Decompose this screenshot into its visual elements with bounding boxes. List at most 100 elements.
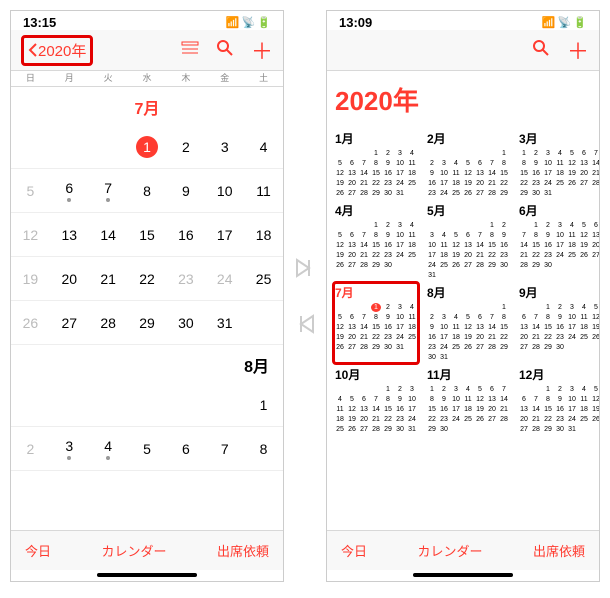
day-cell[interactable]: 21 bbox=[89, 257, 128, 301]
mini-month[interactable]: 10月1234567891011121314151617181920212223… bbox=[335, 366, 417, 434]
mini-month[interactable]: 5月12345678910111213141516171819202122232… bbox=[427, 202, 509, 280]
day-cell[interactable]: 12 bbox=[11, 213, 50, 257]
mini-month[interactable]: 7月12345678910111213141516171819202122232… bbox=[332, 281, 420, 365]
day-cell bbox=[11, 125, 50, 169]
wifi-icon: 📡 bbox=[558, 16, 572, 29]
status-bar: 13:09 📶 📡 🔋 bbox=[327, 11, 599, 30]
day-cell[interactable]: 2 bbox=[11, 427, 50, 471]
year-scroll[interactable]: 2020年 1月12345678910111213141516171819202… bbox=[327, 71, 599, 530]
add-event-icon[interactable]: ＋ bbox=[567, 34, 589, 66]
weekday-header: 日月火水木金土 bbox=[11, 71, 283, 87]
calendars-button[interactable]: カレンダー bbox=[101, 541, 166, 560]
inbox-button[interactable]: 出席依頼 bbox=[217, 541, 269, 560]
today-button[interactable]: 今日 bbox=[25, 541, 51, 560]
mini-month[interactable]: 3月12345678910111213141516171819202122232… bbox=[519, 130, 599, 198]
back-to-year-button[interactable]: 2020年 bbox=[28, 40, 86, 61]
transition-arrows bbox=[292, 255, 318, 337]
day-cell[interactable]: 4 bbox=[244, 125, 283, 169]
search-icon[interactable] bbox=[217, 40, 233, 61]
day-cell[interactable]: 9 bbox=[166, 169, 205, 213]
day-cell[interactable]: 22 bbox=[128, 257, 167, 301]
battery-icon: 🔋 bbox=[573, 16, 587, 29]
day-cell bbox=[50, 125, 89, 169]
july-grid[interactable]: 1234567891011121314151617181920212223242… bbox=[11, 125, 283, 345]
day-cell[interactable]: 1 bbox=[244, 383, 283, 427]
arrow-left-icon bbox=[292, 311, 318, 337]
day-cell[interactable]: 1 bbox=[128, 125, 167, 169]
mini-month[interactable]: 9月12345678910111213141516171819202122232… bbox=[519, 284, 599, 362]
mini-month[interactable]: 1月12345678910111213141516171819202122232… bbox=[335, 130, 417, 198]
battery-icon: 🔋 bbox=[257, 16, 271, 29]
day-cell[interactable]: 11 bbox=[244, 169, 283, 213]
month-scroll[interactable]: 7月 1234567891011121314151617181920212223… bbox=[11, 87, 283, 530]
list-view-icon[interactable] bbox=[181, 41, 199, 60]
home-indicator bbox=[413, 573, 513, 577]
day-cell[interactable]: 5 bbox=[128, 427, 167, 471]
day-cell[interactable]: 27 bbox=[50, 301, 89, 345]
day-cell[interactable]: 3 bbox=[205, 125, 244, 169]
inbox-button[interactable]: 出席依頼 bbox=[533, 541, 585, 560]
weekday: 木 bbox=[166, 71, 205, 84]
day-cell[interactable]: 8 bbox=[244, 427, 283, 471]
day-cell[interactable]: 6 bbox=[50, 169, 89, 213]
header-bar: 2020年 ＋ bbox=[11, 30, 283, 71]
back-label: 2020年 bbox=[38, 40, 86, 61]
weekday: 月 bbox=[50, 71, 89, 84]
day-cell bbox=[89, 383, 128, 427]
mini-month[interactable]: 6月12345678910111213141516171819202122232… bbox=[519, 202, 599, 280]
day-cell[interactable]: 26 bbox=[11, 301, 50, 345]
day-cell[interactable]: 30 bbox=[166, 301, 205, 345]
day-cell[interactable]: 13 bbox=[50, 213, 89, 257]
mini-month[interactable]: 11月1234567891011121314151617181920212223… bbox=[427, 366, 509, 434]
footer-bar: 今日 カレンダー 出席依頼 bbox=[11, 530, 283, 570]
weekday: 火 bbox=[89, 71, 128, 84]
header-bar: ＋ bbox=[327, 30, 599, 71]
mini-month[interactable]: 4月12345678910111213141516171819202122232… bbox=[335, 202, 417, 280]
day-cell[interactable]: 2 bbox=[166, 125, 205, 169]
day-cell[interactable]: 15 bbox=[128, 213, 167, 257]
day-cell[interactable]: 8 bbox=[128, 169, 167, 213]
day-cell[interactable]: 23 bbox=[166, 257, 205, 301]
day-cell[interactable]: 14 bbox=[89, 213, 128, 257]
month-view-phone: 13:15 📶 📡 🔋 2020年 ＋ 日月火水木金土 7月 123456789… bbox=[10, 10, 284, 582]
day-cell[interactable]: 7 bbox=[89, 169, 128, 213]
signal-icon: 📶 bbox=[226, 16, 240, 29]
day-cell[interactable]: 18 bbox=[244, 213, 283, 257]
day-cell[interactable]: 10 bbox=[205, 169, 244, 213]
day-cell[interactable]: 7 bbox=[205, 427, 244, 471]
status-bar: 13:15 📶 📡 🔋 bbox=[11, 11, 283, 30]
weekday: 金 bbox=[205, 71, 244, 84]
august-grid[interactable]: 1 2345678 bbox=[11, 383, 283, 471]
mini-month[interactable]: 12月1234567891011121314151617181920212223… bbox=[519, 366, 599, 434]
day-cell[interactable]: 24 bbox=[205, 257, 244, 301]
day-cell[interactable]: 29 bbox=[128, 301, 167, 345]
search-icon[interactable] bbox=[533, 40, 549, 61]
mini-month-name: 5月 bbox=[427, 202, 509, 219]
mini-month-name: 10月 bbox=[335, 366, 417, 383]
back-to-year-highlight: 2020年 bbox=[21, 35, 93, 66]
day-cell[interactable]: 31 bbox=[205, 301, 244, 345]
mini-month[interactable]: 2月12345678910111213141516171819202122232… bbox=[427, 130, 509, 198]
day-cell[interactable]: 19 bbox=[11, 257, 50, 301]
weekday: 日 bbox=[11, 71, 50, 84]
calendars-button[interactable]: カレンダー bbox=[417, 541, 482, 560]
day-cell bbox=[205, 383, 244, 427]
mini-month-name: 3月 bbox=[519, 130, 599, 147]
day-cell[interactable]: 3 bbox=[50, 427, 89, 471]
day-cell[interactable]: 4 bbox=[89, 427, 128, 471]
year-title: 2020年 bbox=[335, 81, 591, 118]
day-cell[interactable]: 28 bbox=[89, 301, 128, 345]
day-cell[interactable]: 25 bbox=[244, 257, 283, 301]
month-label-august: 8月 bbox=[11, 345, 283, 383]
today-button[interactable]: 今日 bbox=[341, 541, 367, 560]
day-cell[interactable]: 20 bbox=[50, 257, 89, 301]
status-icons: 📶 📡 🔋 bbox=[542, 16, 587, 29]
mini-month-name: 1月 bbox=[335, 130, 417, 147]
day-cell[interactable]: 16 bbox=[166, 213, 205, 257]
day-cell[interactable]: 6 bbox=[166, 427, 205, 471]
day-cell[interactable]: 17 bbox=[205, 213, 244, 257]
day-cell bbox=[166, 383, 205, 427]
mini-month[interactable]: 8月12345678910111213141516171819202122232… bbox=[427, 284, 509, 362]
day-cell[interactable]: 5 bbox=[11, 169, 50, 213]
add-event-icon[interactable]: ＋ bbox=[251, 34, 273, 66]
